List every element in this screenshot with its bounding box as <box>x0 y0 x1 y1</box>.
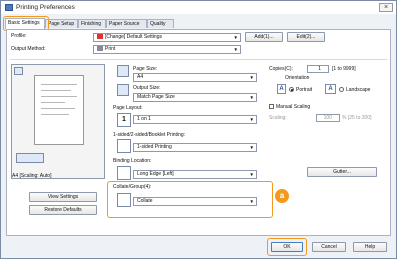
chevron-down-icon: ▼ <box>233 47 238 52</box>
preview-toggle-icon[interactable] <box>14 67 23 75</box>
scaling-stepper[interactable]: 100 <box>316 114 340 122</box>
page-layout-value: 1 on 1 <box>137 116 151 122</box>
printer-status-icon <box>16 153 44 163</box>
view-settings-button[interactable]: View Settings <box>29 192 97 202</box>
print-style-label: 1-sided/2-sided/Booklet Printing: <box>113 132 185 138</box>
copies-stepper[interactable]: 1 <box>307 65 329 73</box>
orientation-label: Orientation <box>285 75 310 81</box>
binding-location-value: Long Edge [Left] <box>137 171 174 177</box>
binding-location-label: Binding Location: <box>113 158 152 164</box>
portrait-radio[interactable] <box>289 87 294 92</box>
printer-icon <box>5 4 13 11</box>
page-layout-icon: 1 <box>117 113 131 127</box>
output-method-label: Output Method: <box>11 46 46 52</box>
restore-defaults-button[interactable]: Restore Defaults <box>29 205 97 215</box>
print-style-value: 1-sided Printing <box>137 144 172 150</box>
output-size-dropdown[interactable]: Match Page Size ▼ <box>133 93 257 102</box>
add-profile-button[interactable]: Add(1)... <box>245 32 283 42</box>
portrait-label: Portrait <box>296 87 313 93</box>
output-method-value: Print <box>105 46 116 52</box>
chevron-down-icon: ▼ <box>249 75 254 80</box>
chevron-down-icon: ▼ <box>249 117 254 122</box>
chevron-down-icon: ▼ <box>249 95 254 100</box>
profile-dropdown[interactable]: [Change] Default Settings ▼ <box>93 33 241 42</box>
preview-area <box>11 64 105 179</box>
ok-highlight <box>267 238 307 256</box>
title-bar: Printing Preferences × <box>1 1 396 14</box>
portrait-icon: A <box>277 84 286 94</box>
copies-range: [1 to 9999] <box>332 66 356 72</box>
binding-location-dropdown[interactable]: Long Edge [Left] ▼ <box>133 170 257 179</box>
printing-preferences-window: Printing Preferences × Basic Settings Pa… <box>0 0 397 259</box>
edit-profile-button[interactable]: Edit(2)... <box>287 32 325 42</box>
scaling-range: % [25 to 200] <box>342 115 372 121</box>
separator <box>10 59 387 60</box>
cancel-button[interactable]: Cancel <box>312 242 346 252</box>
binding-icon <box>117 166 131 180</box>
tab-page-setup[interactable]: Page Setup <box>45 19 78 28</box>
page-size-dropdown[interactable]: A4 ▼ <box>133 73 257 82</box>
scaling-label: Scaling: <box>269 115 287 121</box>
close-button[interactable]: × <box>379 3 393 12</box>
tab-paper-source[interactable]: Paper Source <box>106 19 147 28</box>
profile-label: Profile: <box>11 33 27 39</box>
preview-caption: A4 [Scaling: Auto] <box>12 173 52 179</box>
output-size-value: Match Page Size <box>137 94 175 100</box>
chevron-down-icon: ▼ <box>249 172 254 177</box>
page-layout-label: Page Layout: <box>113 105 143 111</box>
output-method-dropdown[interactable]: Print ▼ <box>93 45 241 54</box>
print-style-dropdown[interactable]: 1-sided Printing ▼ <box>133 143 257 152</box>
callout-badge-a: a <box>275 189 289 203</box>
tab-quality[interactable]: Quality <box>147 19 174 28</box>
chevron-down-icon: ▼ <box>249 145 254 150</box>
collate-highlight <box>107 181 273 218</box>
manual-scaling-checkbox[interactable] <box>269 104 274 109</box>
window-title: Printing Preferences <box>16 4 75 11</box>
landscape-label: Landscape <box>346 87 371 93</box>
landscape-icon: A <box>325 84 336 94</box>
chevron-down-icon: ▼ <box>233 35 238 40</box>
page-size-icon <box>117 65 129 77</box>
profile-icon <box>97 34 103 40</box>
tab-finishing[interactable]: Finishing <box>78 19 106 28</box>
output-size-icon <box>117 84 129 96</box>
page-size-value: A4 <box>137 74 144 80</box>
page-preview <box>34 75 84 145</box>
print-icon <box>97 46 103 52</box>
output-size-label: Output Size: <box>133 85 161 91</box>
gutter-button[interactable]: Gutter... <box>307 167 377 177</box>
print-style-icon <box>117 139 131 153</box>
copies-label: Copies(C): <box>269 66 293 72</box>
manual-scaling-label: Manual Scaling <box>276 104 311 110</box>
page-size-label: Page Size: <box>133 66 158 72</box>
landscape-radio[interactable] <box>339 87 344 92</box>
profile-value: [Change] Default Settings <box>105 34 162 40</box>
help-button[interactable]: Help <box>353 242 387 252</box>
page-layout-dropdown[interactable]: 1 on 1 ▼ <box>133 115 257 124</box>
